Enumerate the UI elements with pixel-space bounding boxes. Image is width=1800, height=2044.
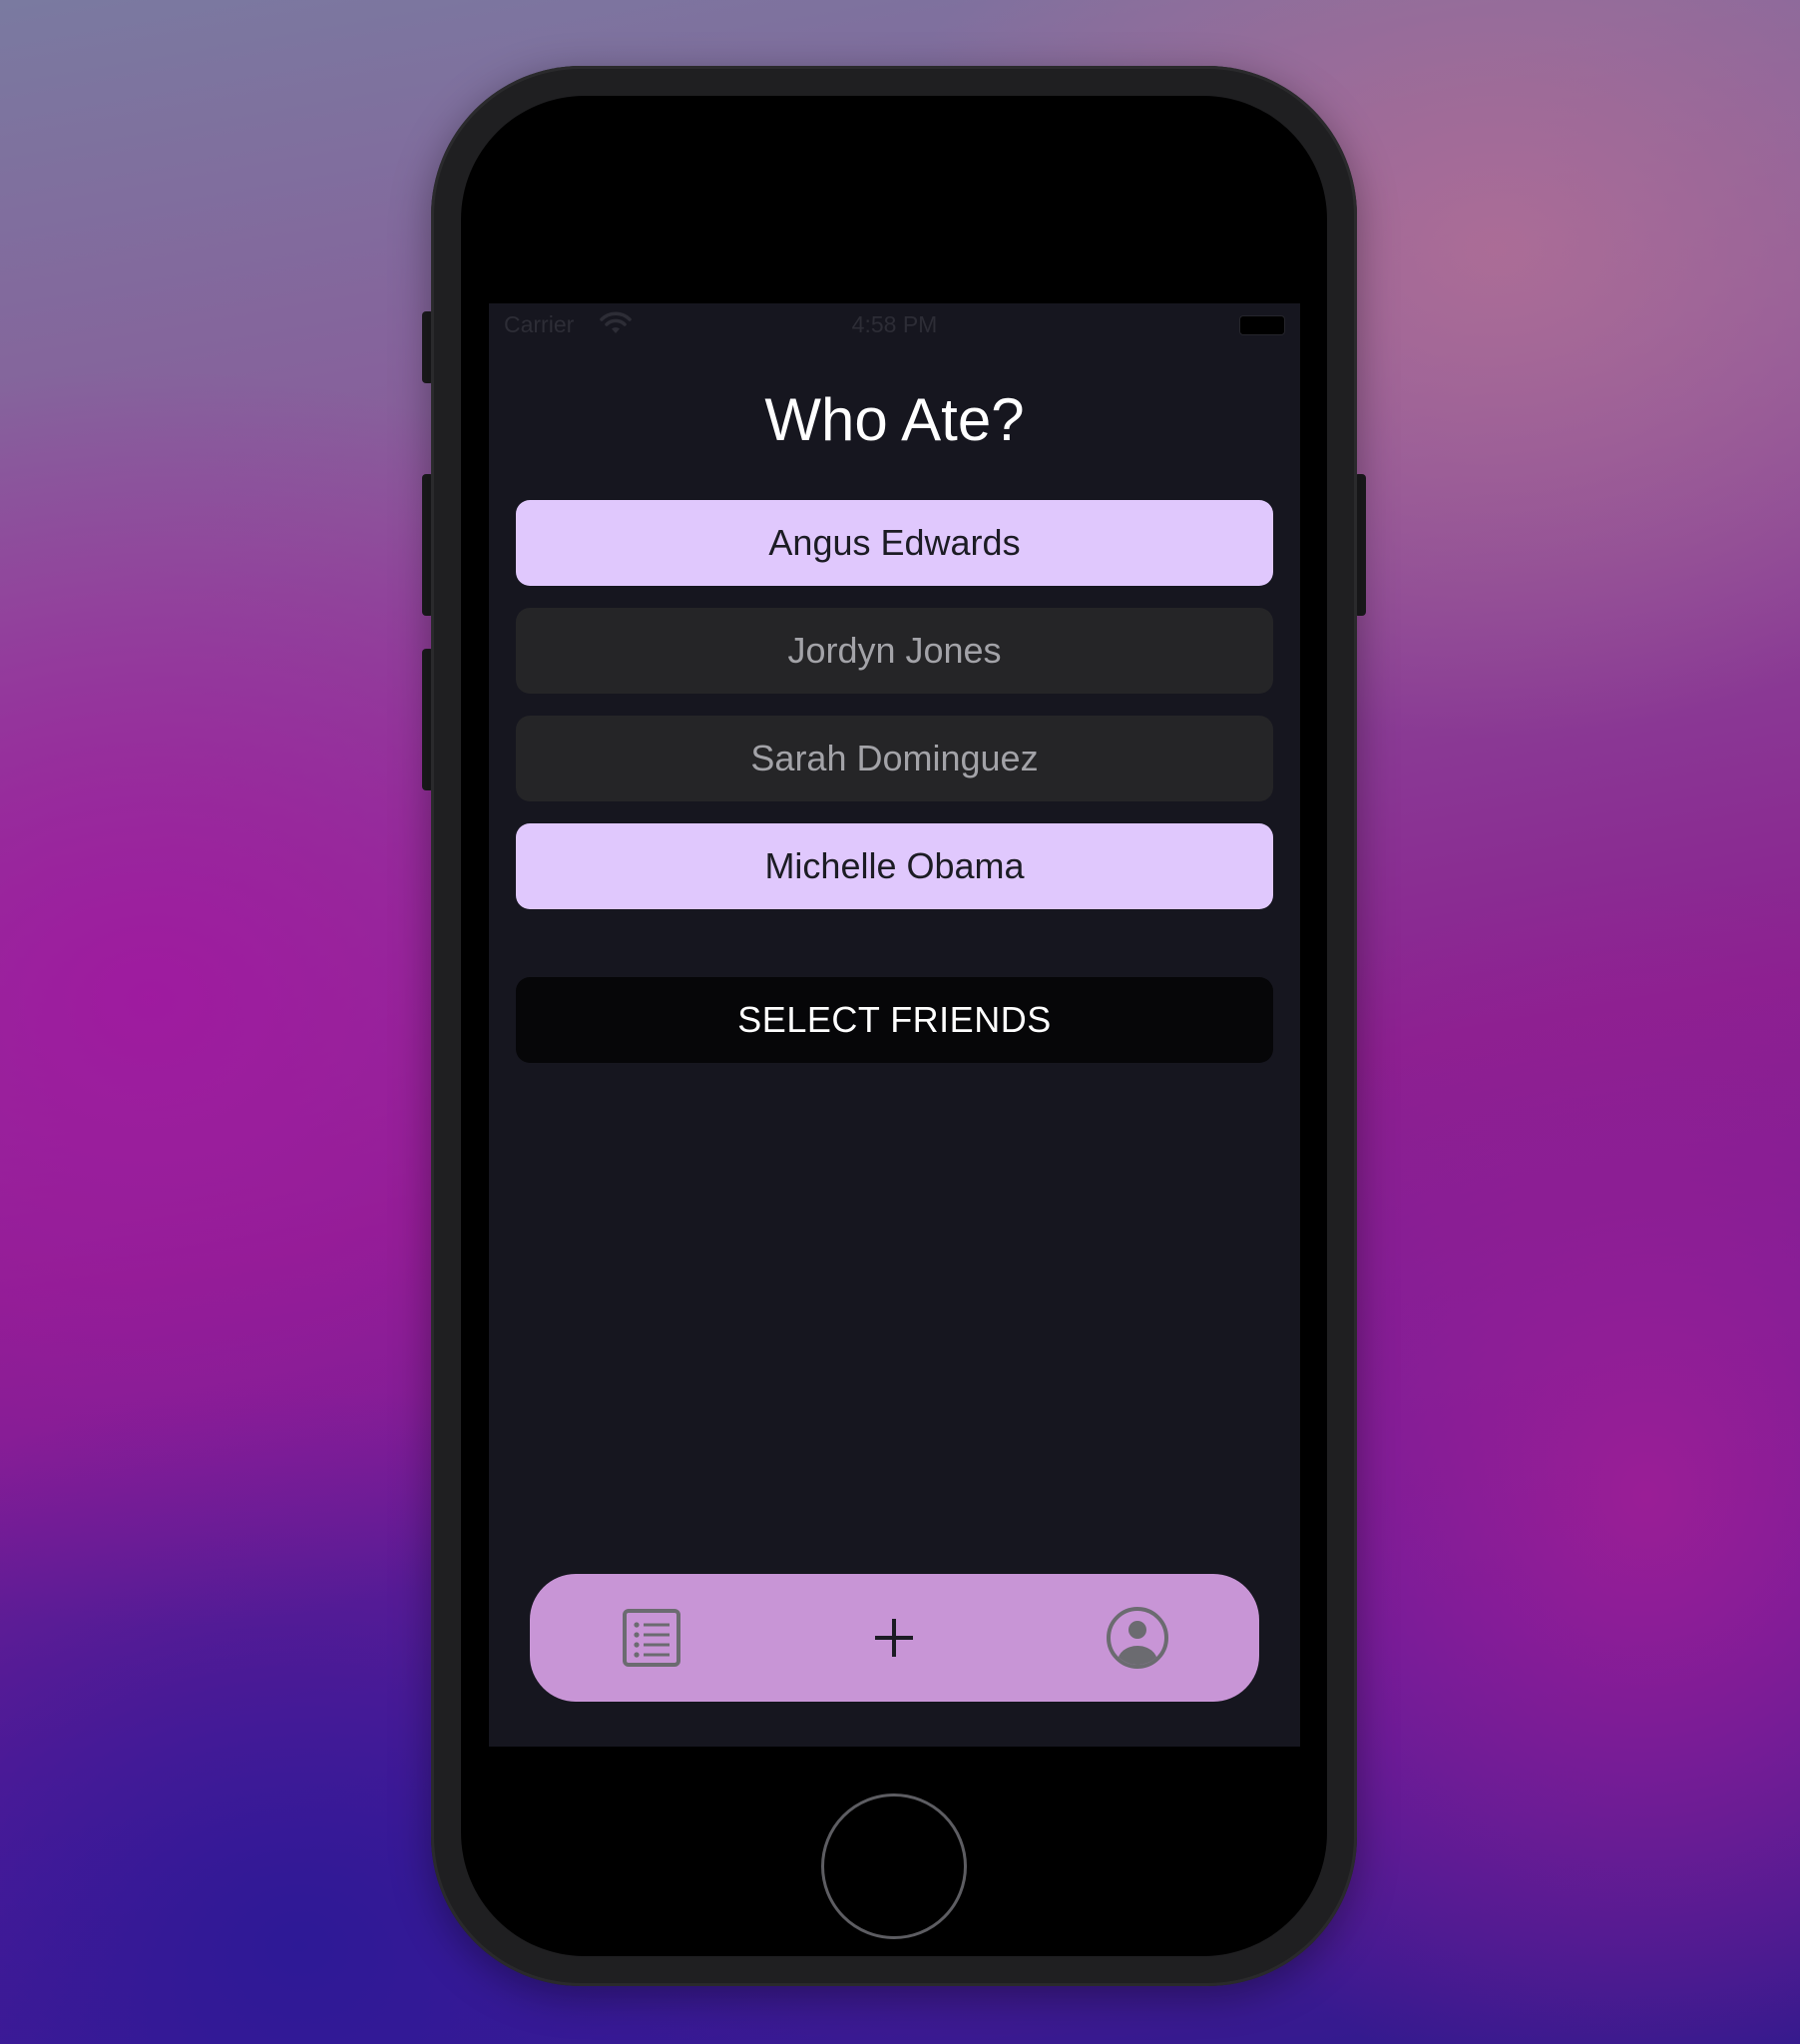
select-friends-button[interactable]: SELECT FRIENDS bbox=[516, 977, 1273, 1063]
home-button[interactable] bbox=[821, 1793, 967, 1939]
status-bar: Carrier 4:58 PM bbox=[489, 303, 1300, 347]
app-screen: Carrier 4:58 PM Who Ate? Angus Edwards J… bbox=[489, 303, 1300, 1747]
list-icon bbox=[623, 1609, 680, 1667]
friend-option-sarah-dominguez[interactable]: Sarah Dominguez bbox=[516, 716, 1273, 801]
friend-option-jordyn-jones[interactable]: Jordyn Jones bbox=[516, 608, 1273, 694]
friend-option-michelle-obama[interactable]: Michelle Obama bbox=[516, 823, 1273, 909]
tab-list[interactable] bbox=[592, 1574, 711, 1702]
page-title: Who Ate? bbox=[764, 386, 1025, 453]
friend-list: Angus Edwards Jordyn Jones Sarah Domingu… bbox=[516, 500, 1273, 931]
battery-icon bbox=[1239, 315, 1285, 335]
plus-icon bbox=[875, 1619, 913, 1657]
tab-add[interactable] bbox=[834, 1574, 954, 1702]
profile-icon bbox=[1107, 1607, 1168, 1669]
status-time: 4:58 PM bbox=[851, 311, 938, 337]
tab-profile[interactable] bbox=[1078, 1574, 1197, 1702]
friend-option-angus-edwards[interactable]: Angus Edwards bbox=[516, 500, 1273, 586]
tab-bar bbox=[530, 1574, 1259, 1702]
